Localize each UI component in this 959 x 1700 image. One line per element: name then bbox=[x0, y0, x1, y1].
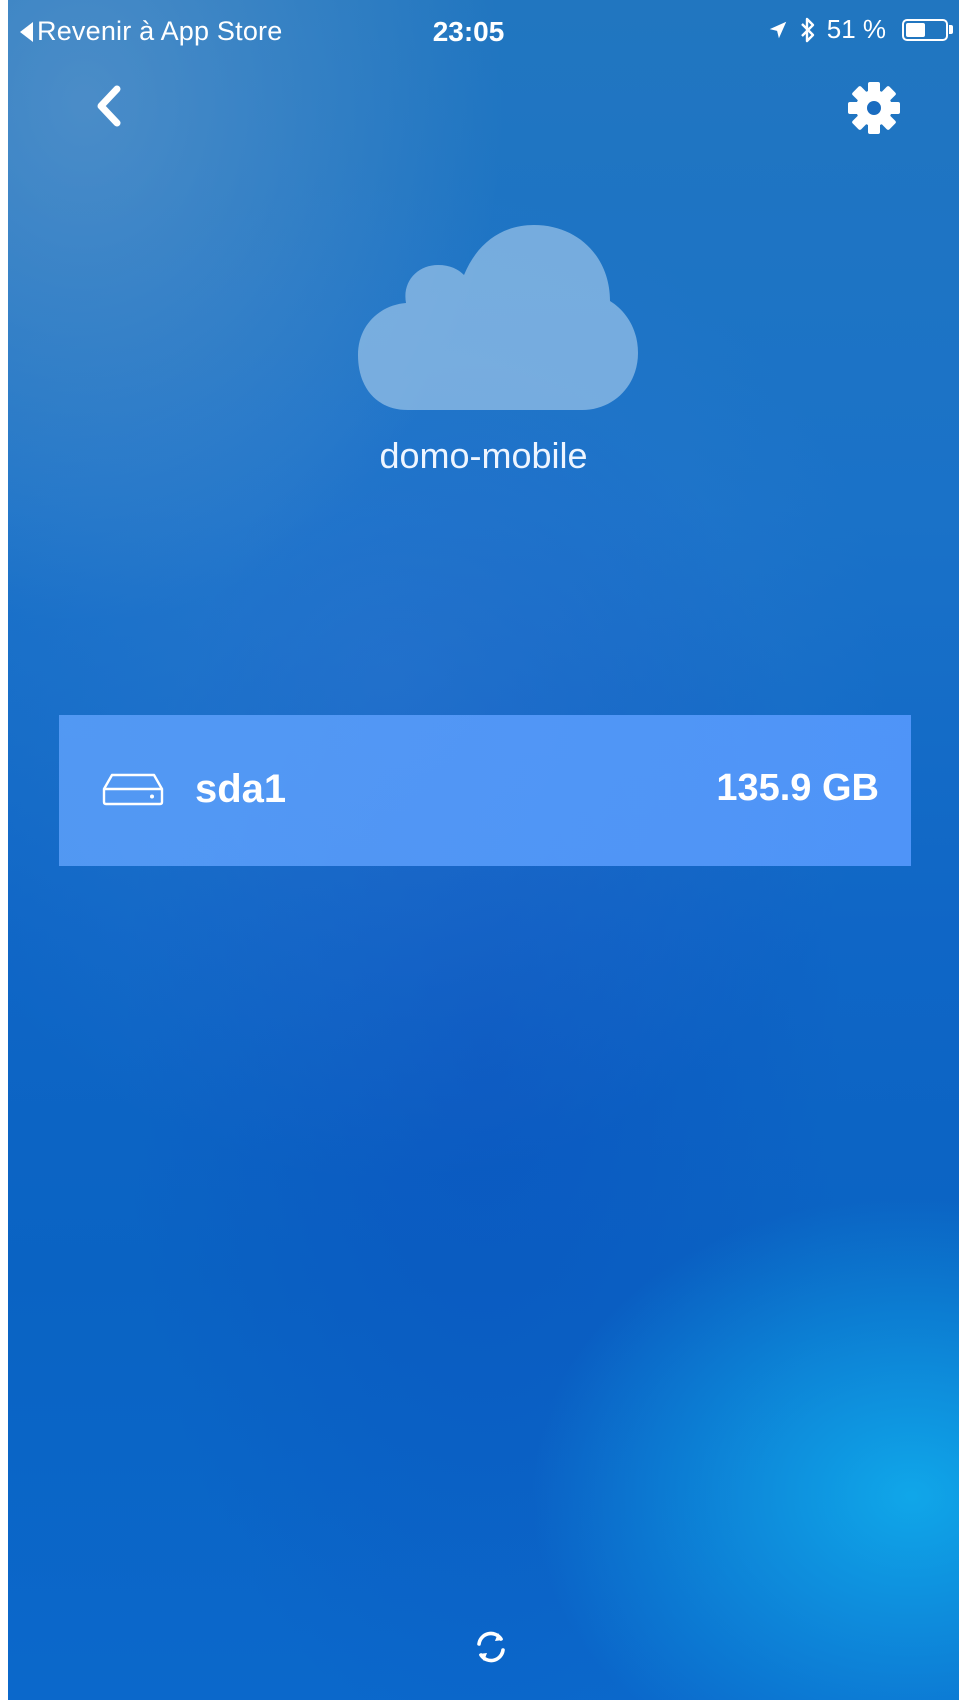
battery-percent: 51 % bbox=[826, 14, 886, 44]
status-bar: Revenir à App Store 23:05 51 % bbox=[8, 0, 959, 64]
drive-row-sda1[interactable]: sda1 135.9 GB bbox=[59, 715, 911, 866]
battery-body bbox=[902, 18, 948, 41]
status-indicators: 51 % bbox=[757, 14, 953, 45]
settings-button[interactable] bbox=[846, 80, 902, 136]
cloud-icon bbox=[358, 225, 638, 410]
back-button[interactable] bbox=[84, 80, 136, 132]
drive-label: sda1 bbox=[195, 767, 287, 811]
gear-icon bbox=[848, 82, 900, 134]
refresh-icon bbox=[477, 1631, 505, 1663]
bluetooth-icon bbox=[799, 16, 817, 44]
chevron-left-icon bbox=[97, 85, 121, 127]
refresh-button[interactable] bbox=[470, 1626, 512, 1668]
location-arrow-icon bbox=[767, 19, 789, 41]
device-name: domo-mobile bbox=[379, 435, 588, 476]
battery-cap bbox=[949, 25, 953, 34]
battery-icon bbox=[896, 18, 953, 41]
battery-fill bbox=[906, 22, 926, 37]
hard-drive-icon bbox=[102, 773, 164, 806]
drive-size: 135.9 GB bbox=[716, 767, 879, 809]
screen: Revenir à App Store 23:05 51 % domo-mobi… bbox=[8, 0, 959, 1700]
